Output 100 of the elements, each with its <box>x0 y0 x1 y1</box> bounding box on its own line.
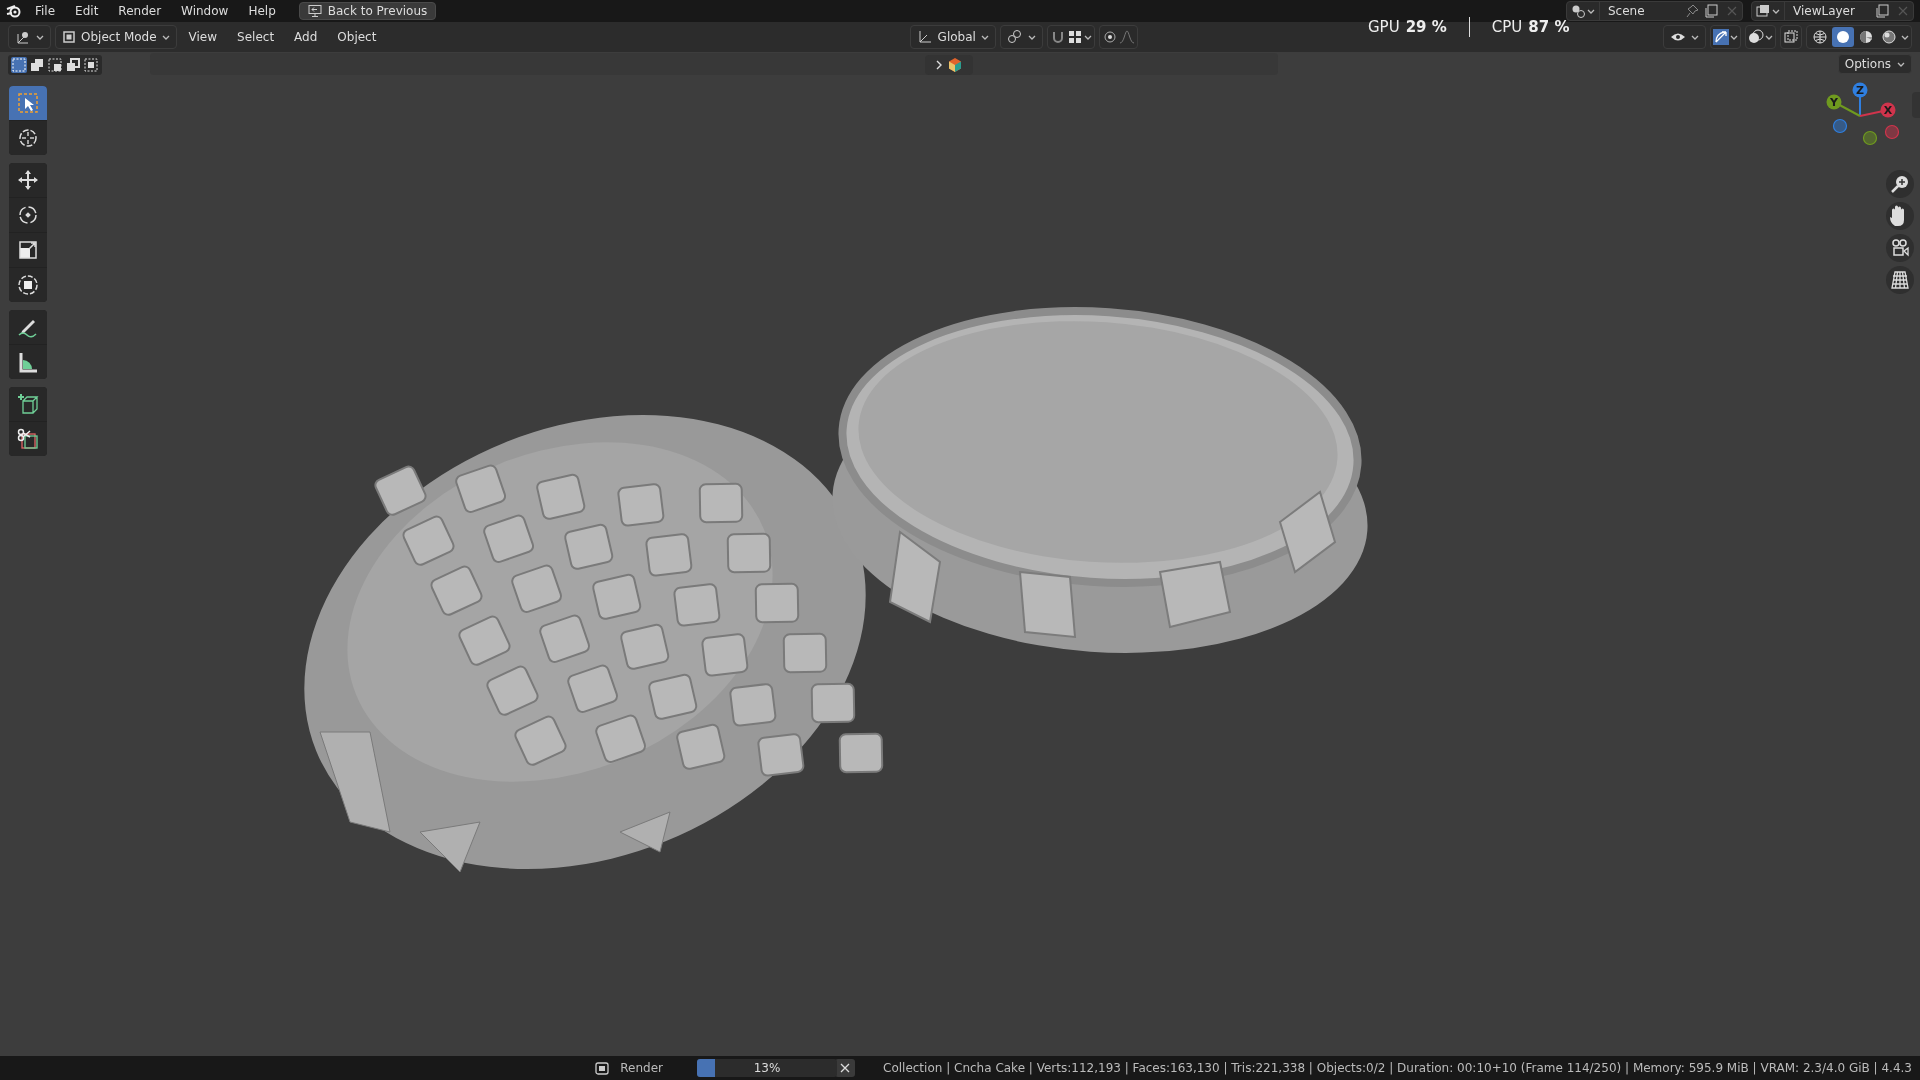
render-job-label: Render <box>620 1061 663 1075</box>
selection-mode-button[interactable] <box>47 57 63 73</box>
axis-handle[interactable]: X <box>1880 102 1896 118</box>
tool-button[interactable] <box>9 163 47 197</box>
performance-label: CPU <box>1491 18 1523 36</box>
gizmo-toggle[interactable] <box>1710 25 1741 49</box>
xray-toggle[interactable] <box>1780 25 1802 49</box>
grid-snap-icon[interactable] <box>1066 29 1083 45</box>
scissors-icon <box>16 427 40 451</box>
caret-icon <box>36 33 44 41</box>
mode-label: Object Mode <box>81 30 157 44</box>
shading-mode-button[interactable] <box>1832 27 1854 47</box>
transform-icon <box>16 273 40 297</box>
monitor-icon <box>307 4 322 18</box>
view-layer-name: ViewLayer <box>1792 4 1856 18</box>
tool-button[interactable] <box>9 198 47 232</box>
scene-name: Scene <box>1607 4 1646 18</box>
menu-item[interactable]: Window <box>172 1 238 21</box>
tool-button[interactable] <box>9 345 47 379</box>
orientation-dropdown[interactable]: Global <box>909 25 996 49</box>
add-cube-icon <box>16 392 40 416</box>
pivot-dropdown[interactable] <box>999 25 1043 49</box>
selection-mode-icon <box>30 58 44 72</box>
caret-icon <box>1772 7 1780 15</box>
menu-item[interactable]: File <box>26 1 65 21</box>
selection-mode-icon <box>66 58 80 72</box>
scale-icon <box>16 238 40 262</box>
camera-button[interactable] <box>1886 234 1914 262</box>
axes-icon <box>15 29 31 45</box>
selection-mode-icon <box>12 58 26 72</box>
wireframe-shading-icon <box>1812 29 1828 45</box>
material-shading-icon <box>1858 29 1874 45</box>
caret-icon <box>1083 33 1092 41</box>
menu-item[interactable]: View <box>180 28 226 46</box>
overlays-toggle[interactable] <box>1745 25 1776 49</box>
perspective-grid-button[interactable] <box>1886 266 1914 294</box>
tool-button[interactable] <box>9 422 47 456</box>
negative-axis-handle[interactable] <box>1862 130 1878 146</box>
tool-button[interactable] <box>9 121 47 155</box>
view-layer-field[interactable]: ViewLayer <box>1751 1 1914 21</box>
tool-button[interactable] <box>9 387 47 421</box>
caret-icon <box>1691 33 1699 41</box>
selection-mode-icon <box>84 58 98 72</box>
visibility-dropdown[interactable] <box>1663 25 1706 49</box>
menu-item[interactable]: Add <box>286 28 326 46</box>
menu-item[interactable]: Select <box>229 28 283 46</box>
duplicate-icon[interactable] <box>1704 4 1718 18</box>
axis-handle[interactable]: Y <box>1826 94 1842 110</box>
progress-reading: 13% <box>753 1061 781 1075</box>
menu-item[interactable]: Edit <box>66 1 108 21</box>
scene-statistics: Collection | Cncha Cake | Verts:112,193 | Faces:163,130 | Tris:221,338 | Objects:0/2 | Duration: 00:10+10 (Frame 114/250) | Memory: 595.9 MiB | VRAM: 2.3/4.0 GiB | 4.4.3 <box>883 1061 1912 1075</box>
duplicate-icon[interactable] <box>1875 4 1889 18</box>
menu-item[interactable]: Object <box>329 28 385 46</box>
cancel-button[interactable] <box>835 1059 855 1077</box>
proportional-edit-icon[interactable] <box>1101 29 1118 45</box>
caret-icon <box>980 33 989 41</box>
move-icon <box>16 168 40 192</box>
back-to-previous-button[interactable]: Back to Previous <box>298 2 437 20</box>
select-box-icon <box>16 91 40 115</box>
caret-icon <box>161 33 170 41</box>
performance-label: GPU <box>1368 18 1400 36</box>
render-job-icon <box>594 1060 611 1076</box>
view-layer-icon <box>1756 4 1770 18</box>
pin-icon[interactable] <box>1686 4 1700 18</box>
axis-handle[interactable]: Z <box>1852 82 1868 98</box>
link-icon <box>1006 29 1023 45</box>
hand-button[interactable] <box>1886 202 1914 230</box>
solid-shading-icon <box>1835 29 1851 45</box>
perspective-grid-icon <box>1888 268 1912 292</box>
menu-item[interactable]: Help <box>239 1 285 21</box>
menu-item[interactable]: Render <box>109 1 171 21</box>
selection-mode-button[interactable] <box>83 57 99 73</box>
editor-type-dropdown[interactable] <box>8 25 51 49</box>
performance-value: 29 % <box>1405 18 1447 36</box>
gizmo-icon <box>1713 29 1729 45</box>
orientation-label: Global <box>937 30 976 44</box>
selection-mode-button[interactable] <box>65 57 81 73</box>
selection-mode-button[interactable] <box>29 57 45 73</box>
caret-icon <box>1765 33 1773 41</box>
caret-icon <box>1587 7 1595 15</box>
tool-button[interactable] <box>9 268 47 302</box>
scene-field[interactable]: Scene <box>1566 1 1743 21</box>
square-icon <box>62 30 76 44</box>
tool-button[interactable] <box>9 310 47 344</box>
tool-button[interactable] <box>9 233 47 267</box>
asset-popover-button[interactable] <box>925 55 973 75</box>
close-icon <box>839 1062 851 1074</box>
performance-value: 87 % <box>1528 18 1570 36</box>
rotate-icon <box>16 203 40 227</box>
zoom-button[interactable] <box>1886 170 1914 198</box>
chevron-right-icon <box>935 60 943 70</box>
colored-cube-icon <box>947 57 963 73</box>
options-dropdown[interactable]: Options <box>1837 54 1912 74</box>
caret-icon <box>1027 33 1036 41</box>
object-mode-dropdown[interactable]: Object Mode <box>55 25 177 49</box>
caret-icon <box>1730 33 1738 41</box>
negative-axis-handle[interactable] <box>1832 118 1848 134</box>
orientation-icon <box>916 29 933 45</box>
scene-icon <box>1571 4 1585 18</box>
negative-axis-handle[interactable] <box>1884 124 1900 140</box>
